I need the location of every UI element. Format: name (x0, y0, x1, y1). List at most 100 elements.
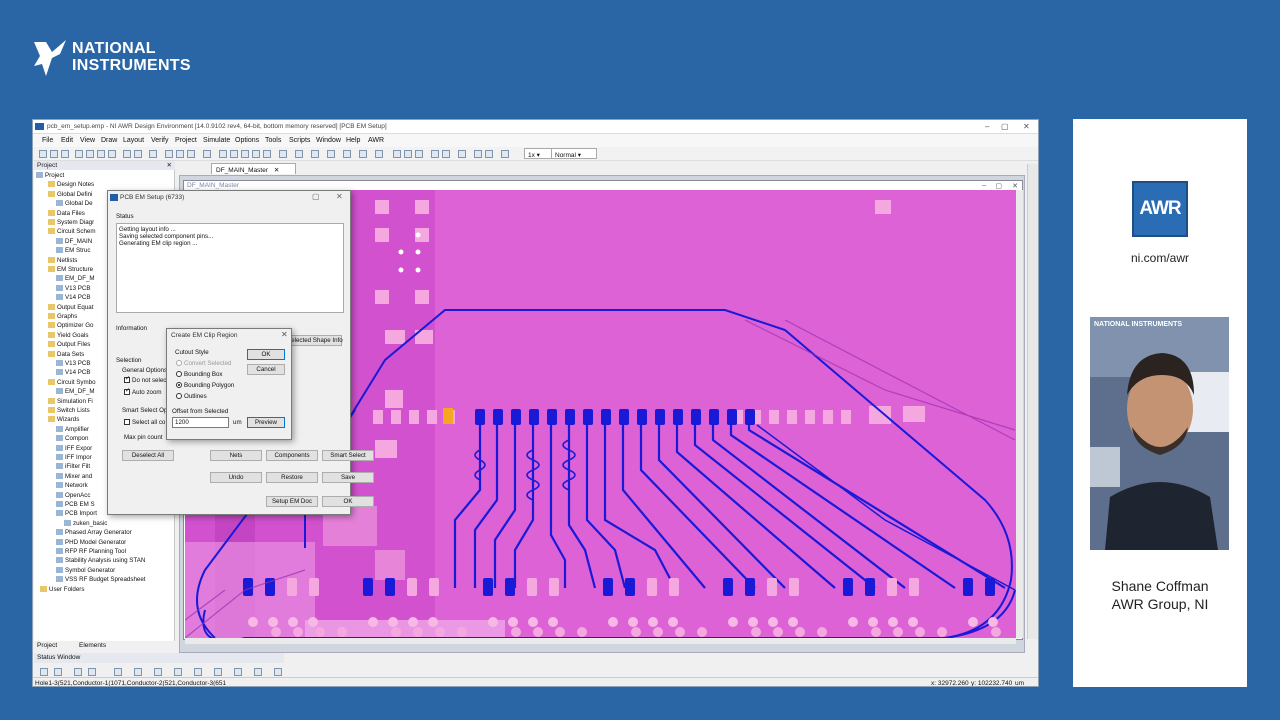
draw-rect-icon[interactable] (404, 150, 412, 158)
expand-icon[interactable] (194, 668, 202, 676)
yield-icon[interactable] (311, 150, 319, 158)
menu-simulate[interactable]: Simulate (203, 137, 230, 144)
em-icon[interactable] (359, 150, 367, 158)
zoom-in-icon[interactable] (165, 150, 173, 158)
find-icon[interactable] (174, 668, 182, 676)
pcb-em-ok-button[interactable]: OK (322, 496, 374, 507)
maximize-button[interactable]: ▢ (1001, 122, 1009, 131)
new-icon[interactable] (39, 150, 47, 158)
tree-item[interactable]: Data Sets (48, 350, 84, 359)
save-button[interactable]: Save (322, 472, 374, 483)
filter-icon[interactable] (40, 668, 48, 676)
option-bounding-box[interactable]: Bounding Box (176, 371, 223, 378)
tree-item[interactable]: EM_DF_M (56, 274, 95, 283)
menu-verify[interactable]: Verify (151, 137, 169, 144)
layout-minimize-button[interactable]: – (982, 182, 986, 189)
select-icon[interactable] (393, 150, 401, 158)
tree-item[interactable]: Compon (56, 434, 88, 443)
deselect-all-button[interactable]: Deselect All (122, 450, 174, 461)
tree-item[interactable]: EM Struc (56, 246, 90, 255)
flip-icon[interactable] (485, 150, 493, 158)
select-all-checkbox[interactable]: Select all co (124, 419, 165, 426)
close-icon[interactable]: ✕ (274, 167, 279, 174)
tree-item[interactable]: Optimizer Go (48, 321, 93, 330)
tab-df-main-master[interactable]: DF_MAIN_Master ✕ (211, 163, 296, 174)
close-icon[interactable]: ✕ (167, 161, 172, 169)
save-icon[interactable] (61, 150, 69, 158)
align-icon[interactable] (442, 150, 450, 158)
tree-item[interactable]: Project (36, 171, 64, 180)
components-button[interactable]: Components (266, 450, 318, 461)
tree-item[interactable]: Stability Analysis using STAN (56, 556, 145, 565)
menu-file[interactable]: File (42, 137, 53, 144)
tree-item[interactable]: Global Defini (48, 190, 92, 199)
optimize-icon[interactable] (295, 150, 303, 158)
zoom-fit-icon[interactable] (187, 150, 195, 158)
tree-item[interactable]: System Diagr (48, 218, 94, 227)
dialog-close-button[interactable]: ✕ (336, 192, 343, 201)
tree-item[interactable]: Output Files (48, 340, 90, 349)
menu-draw[interactable]: Draw (101, 137, 117, 144)
tree-item[interactable]: Graphs (48, 312, 77, 321)
tree-item[interactable]: EM Structure (48, 265, 93, 274)
dialog-maximize-button[interactable]: ▢ (312, 192, 320, 201)
draw-polygon-icon[interactable] (415, 150, 423, 158)
layout-close-button[interactable]: ✕ (1012, 182, 1018, 190)
simulate-icon[interactable] (252, 150, 260, 158)
tree-item[interactable]: Wizards (48, 415, 79, 424)
tree-item[interactable]: Circuit Schem (48, 227, 96, 236)
settings-icon[interactable] (375, 150, 383, 158)
undo-icon[interactable] (123, 150, 131, 158)
tree-item[interactable]: Network (56, 481, 88, 490)
tree-item[interactable]: Simulation Fi (48, 397, 93, 406)
menu-options[interactable]: Options (235, 137, 259, 144)
tree-item[interactable]: Amplifier (56, 425, 89, 434)
layout-icon[interactable] (230, 150, 238, 158)
tree-item[interactable]: IFF Expor (56, 444, 92, 453)
graph-icon[interactable] (241, 150, 249, 158)
copy-log-icon[interactable] (134, 668, 142, 676)
minimize-button[interactable]: – (985, 122, 989, 131)
open-icon[interactable] (50, 150, 58, 158)
clip-ok-button[interactable]: OK (247, 349, 285, 360)
menu-project[interactable]: Project (175, 137, 197, 144)
preview-button[interactable]: Preview (247, 417, 285, 428)
selected-shape-info-button[interactable]: Selected Shape Info (286, 335, 343, 346)
right-dock-pane[interactable] (1027, 164, 1038, 639)
undo-button[interactable]: Undo (210, 472, 262, 483)
tree-item[interactable]: Design Notes (48, 180, 94, 189)
tree-item[interactable]: Output Equat (48, 303, 93, 312)
tab-elements[interactable]: Elements (79, 642, 106, 649)
menu-layout[interactable]: Layout (123, 137, 144, 144)
save-log-icon[interactable] (154, 668, 162, 676)
tree-item[interactable]: OpenAcc (56, 491, 90, 500)
tree-item[interactable]: PCB EM S (56, 500, 95, 509)
tree-item[interactable]: V13 PCB (56, 359, 90, 368)
delete-icon[interactable] (108, 150, 116, 158)
tree-item[interactable]: V14 PCB (56, 368, 90, 377)
tree-item[interactable]: VSS RF Budget Spreadsheet (56, 575, 146, 584)
tree-item[interactable]: RFP RF Planning Tool (56, 547, 126, 556)
tree-item[interactable]: Netlists (48, 256, 77, 265)
option-convert-selected[interactable]: Convert Selected (176, 360, 231, 367)
schematic-icon[interactable] (219, 150, 227, 158)
menu-awr[interactable]: AWR (368, 137, 384, 144)
tree-item[interactable]: User Folders (40, 585, 84, 594)
tree-item[interactable]: Data Files (48, 209, 85, 218)
clear-icon[interactable] (54, 668, 62, 676)
tune-icon[interactable] (263, 150, 271, 158)
tree-item[interactable]: Switch Lists (48, 406, 90, 415)
tree-item[interactable]: Global De (56, 199, 93, 208)
option-outlines[interactable]: Outlines (176, 393, 207, 400)
tab-project[interactable]: Project (37, 642, 57, 649)
copy-icon[interactable] (86, 150, 94, 158)
layout-restore-button[interactable]: ▢ (995, 182, 1002, 190)
snap-icon[interactable] (431, 150, 439, 158)
nets-button[interactable]: Nets (210, 450, 262, 461)
warning-icon[interactable] (88, 668, 96, 676)
do-not-select-checkbox[interactable]: Do not select (124, 375, 168, 384)
error-icon[interactable] (74, 668, 82, 676)
redo-icon[interactable] (134, 150, 142, 158)
menu-tools[interactable]: Tools (265, 137, 281, 144)
offset-input[interactable]: 1200 (172, 417, 229, 428)
